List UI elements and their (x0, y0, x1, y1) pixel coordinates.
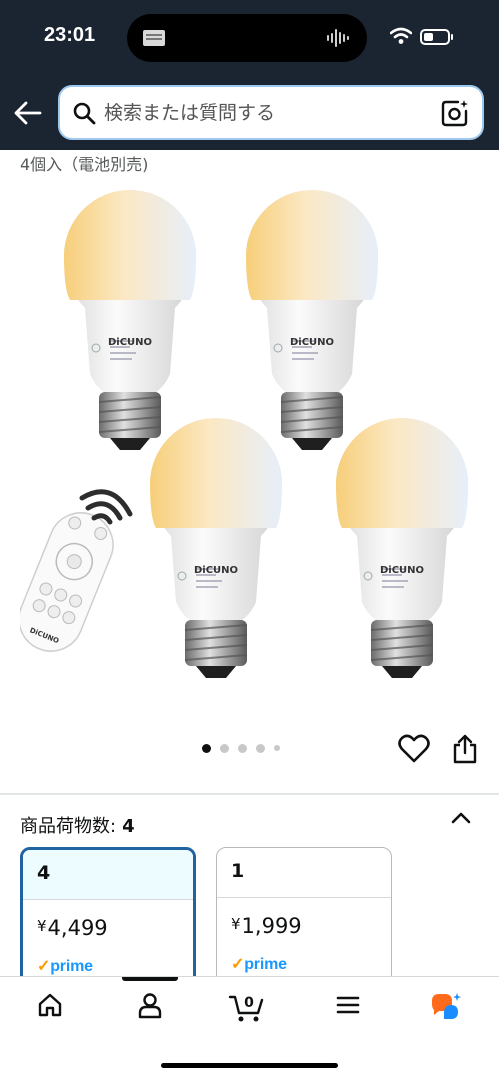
search-input[interactable] (104, 96, 424, 130)
product-subtitle: 4個入（電池別売) (20, 155, 149, 174)
carousel-dots[interactable] (202, 742, 280, 754)
battery-icon (420, 29, 453, 45)
nav-account[interactable] (122, 991, 178, 1031)
option-price: ¥1,999 (231, 914, 302, 938)
chevron-up-icon[interactable] (450, 810, 472, 826)
card-icon (143, 30, 165, 46)
nav-rufus[interactable] (418, 991, 474, 1031)
quantity-selected-value: 4 (122, 816, 135, 837)
active-tab-indicator (122, 977, 178, 981)
nav-menu[interactable] (320, 991, 376, 1031)
remote-control: DiCUNO (20, 512, 114, 652)
cart-icon: 0 (228, 995, 264, 1022)
brand-label: DiCUNO (108, 337, 152, 348)
brand-label: DiCUNO (290, 337, 334, 348)
back-arrow-icon[interactable] (12, 98, 44, 128)
menu-icon (336, 996, 360, 1014)
prime-badge: ✓prime (37, 958, 93, 975)
carousel-dot[interactable] (238, 743, 247, 753)
wifi-icon (390, 27, 412, 44)
quantity-option-1[interactable]: 1 ¥1,999 ✓prime (216, 847, 392, 987)
nav-home[interactable] (22, 991, 78, 1031)
option-price: ¥4,499 (37, 916, 108, 940)
carousel-dot[interactable] (220, 743, 229, 753)
brand-label: DiCUNO (380, 565, 424, 576)
quantity-label-text: 商品荷物数: (20, 816, 117, 837)
heart-icon[interactable] (398, 734, 430, 764)
account-icon (138, 993, 162, 1019)
carousel-dot[interactable] (202, 743, 211, 753)
app-header: 23:01 (0, 0, 499, 150)
option-count: 4 (23, 850, 193, 900)
rufus-icon (432, 993, 461, 1019)
prime-badge: ✓prime (231, 956, 287, 973)
carousel-dot[interactable] (256, 743, 265, 753)
camera-search-icon[interactable] (440, 98, 470, 128)
quantity-option-4[interactable]: 4 ¥4,499 ✓prime (20, 847, 196, 987)
option-count: 1 (217, 848, 391, 898)
cart-count: 0 (244, 995, 254, 1011)
brand-label: DiCUNO (194, 565, 238, 576)
home-indicator (161, 1063, 338, 1068)
audio-wave-icon (327, 29, 349, 47)
home-icon (38, 993, 62, 1017)
product-image[interactable]: DiCUNO DiCUNO DiCUNO DiCUNO DiCUNO (20, 180, 480, 720)
section-divider (0, 793, 499, 795)
search-bar[interactable] (58, 85, 484, 140)
share-icon[interactable] (452, 734, 478, 764)
quantity-label: 商品荷物数: 4 (20, 812, 135, 838)
status-time: 23:01 (44, 24, 96, 46)
nav-cart[interactable]: 0 (220, 991, 276, 1031)
dynamic-island (127, 14, 367, 62)
carousel-dot[interactable] (274, 745, 280, 751)
search-icon (73, 102, 96, 125)
